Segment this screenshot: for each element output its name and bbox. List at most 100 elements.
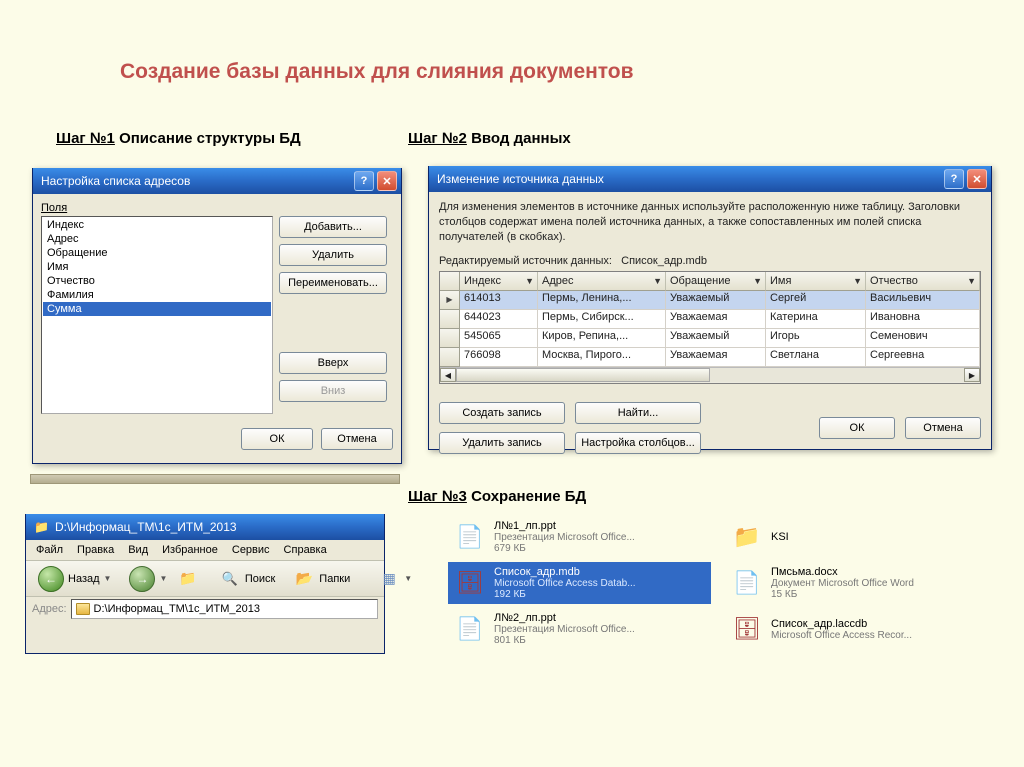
table-cell[interactable]: Светлана xyxy=(766,348,866,367)
forward-button[interactable]: → ▼ xyxy=(123,562,173,596)
table-cell[interactable]: Васильевич xyxy=(866,291,980,310)
table-cell[interactable]: 766098 xyxy=(460,348,538,367)
explorer-menubar[interactable]: ФайлПравкаВидИзбранноеСервисСправка xyxy=(26,540,384,561)
create-record-button[interactable]: Создать запись xyxy=(439,402,565,424)
folder-icon: 📁 xyxy=(34,520,49,534)
list-item[interactable]: Адрес xyxy=(43,232,271,246)
file-item[interactable]: 📄Пмсьма.docxДокумент Microsoft Office Wo… xyxy=(725,562,988,604)
row-handle[interactable] xyxy=(440,348,460,367)
address-input[interactable]: D:\Информац_ТМ\1с_ИТМ_2013 xyxy=(71,599,378,619)
cancel-button[interactable]: Отмена xyxy=(321,428,393,450)
table-row[interactable]: 545065Киров, Репина,...УважаемыйИгорьСем… xyxy=(440,329,980,348)
up-folder-icon[interactable]: 📁 xyxy=(179,568,196,590)
explorer-titlebar[interactable]: 📁 D:\Информац_ТМ\1с_ИТМ_2013 xyxy=(26,514,384,540)
columns-setup-button[interactable]: Настройка столбцов... xyxy=(575,432,701,454)
folders-button[interactable]: 📂 Папки xyxy=(287,564,356,594)
views-button[interactable]: ▦ ▼ xyxy=(372,564,418,594)
close-icon[interactable]: ✕ xyxy=(377,171,397,191)
dialog1-titlebar[interactable]: Настройка списка адресов ? ✕ xyxy=(33,168,401,194)
cancel-button[interactable]: Отмена xyxy=(905,417,981,439)
table-cell[interactable]: Москва, Пирого... xyxy=(538,348,666,367)
table-cell[interactable]: Пермь, Ленина,... xyxy=(538,291,666,310)
chevron-down-icon[interactable]: ▼ xyxy=(753,276,762,286)
file-name: Л№1_лп.ppt xyxy=(494,520,635,532)
chevron-down-icon[interactable]: ▼ xyxy=(967,276,976,286)
chevron-down-icon[interactable]: ▼ xyxy=(525,276,534,286)
row-handle[interactable] xyxy=(440,329,460,348)
table-cell[interactable]: Сергей xyxy=(766,291,866,310)
close-icon[interactable]: ✕ xyxy=(967,169,987,189)
back-button[interactable]: ← Назад ▼ xyxy=(32,562,117,596)
step3-heading: Шаг №3 Сохранение БД xyxy=(408,488,586,505)
fields-listbox[interactable]: ИндексАдресОбращениеИмяОтчествоФамилияСу… xyxy=(41,216,273,414)
ok-button[interactable]: ОК xyxy=(241,428,313,450)
column-header[interactable]: Индекс▼ xyxy=(460,272,538,291)
table-cell[interactable]: Ивановна xyxy=(866,310,980,329)
data-grid[interactable]: Индекс▼Адрес▼Обращение▼Имя▼Отчество▼ 614… xyxy=(439,271,981,384)
find-button[interactable]: Найти... xyxy=(575,402,701,424)
table-cell[interactable]: 614013 xyxy=(460,291,538,310)
chevron-down-icon[interactable]: ▼ xyxy=(653,276,662,286)
file-item[interactable]: 📄Л№1_лп.pptПрезентация Microsoft Office.… xyxy=(448,516,711,558)
column-header[interactable]: Адрес▼ xyxy=(538,272,666,291)
horizontal-scrollbar[interactable]: ◀ ▶ xyxy=(440,367,980,383)
table-cell[interactable]: Уважаемый xyxy=(666,291,766,310)
table-cell[interactable]: Семенович xyxy=(866,329,980,348)
list-item[interactable]: Сумма xyxy=(43,302,271,316)
column-header[interactable]: Обращение▼ xyxy=(666,272,766,291)
file-item[interactable]: 📄Л№2_лп.pptПрезентация Microsoft Office.… xyxy=(448,608,711,650)
dialog2-titlebar[interactable]: Изменение источника данных ? ✕ xyxy=(429,166,991,192)
file-item[interactable]: 🗄Список_адр.mdbMicrosoft Office Access D… xyxy=(448,562,711,604)
table-row[interactable]: 766098Москва, Пирого...УважаемаяСветлана… xyxy=(440,348,980,367)
table-cell[interactable]: Киров, Репина,... xyxy=(538,329,666,348)
help-icon[interactable]: ? xyxy=(944,169,964,189)
table-cell[interactable]: Игорь xyxy=(766,329,866,348)
chevron-down-icon[interactable]: ▼ xyxy=(159,574,167,583)
edit-source-label: Редактируемый источник данных: Список_ад… xyxy=(439,255,981,267)
file-item[interactable]: 📁KSI xyxy=(725,516,988,558)
scroll-left-icon[interactable]: ◀ xyxy=(440,368,456,382)
list-item[interactable]: Отчество xyxy=(43,274,271,288)
search-button[interactable]: 🔍 Поиск xyxy=(213,564,281,594)
rename-button[interactable]: Переименовать... xyxy=(279,272,387,294)
chevron-down-icon[interactable]: ▼ xyxy=(104,574,112,583)
menu-item[interactable]: Справка xyxy=(278,542,333,558)
table-cell[interactable]: Катерина xyxy=(766,310,866,329)
scroll-right-icon[interactable]: ▶ xyxy=(964,368,980,382)
list-item[interactable]: Индекс xyxy=(43,218,271,232)
table-cell[interactable]: Пермь, Сибирск... xyxy=(538,310,666,329)
menu-item[interactable]: Избранное xyxy=(156,542,224,558)
row-handle[interactable] xyxy=(440,291,460,310)
table-cell[interactable]: Сергеевна xyxy=(866,348,980,367)
chevron-down-icon[interactable]: ▼ xyxy=(404,574,412,583)
step1-heading: Шаг №1 Описание структуры БД xyxy=(56,130,301,147)
table-cell[interactable]: 545065 xyxy=(460,329,538,348)
step2-desc: Ввод данных xyxy=(471,130,571,147)
move-down-button[interactable]: Вниз xyxy=(279,380,387,402)
table-cell[interactable]: Уважаемый xyxy=(666,329,766,348)
menu-item[interactable]: Правка xyxy=(71,542,120,558)
table-row[interactable]: 614013Пермь, Ленина,...УважаемыйСергейВа… xyxy=(440,291,980,310)
file-item[interactable]: 🗄Список_адр.laccdbMicrosoft Office Acces… xyxy=(725,608,988,650)
menu-item[interactable]: Вид xyxy=(122,542,154,558)
help-icon[interactable]: ? xyxy=(354,171,374,191)
add-button[interactable]: Добавить... xyxy=(279,216,387,238)
list-item[interactable]: Имя xyxy=(43,260,271,274)
column-header[interactable]: Имя▼ xyxy=(766,272,866,291)
menu-item[interactable]: Файл xyxy=(30,542,69,558)
delete-button[interactable]: Удалить xyxy=(279,244,387,266)
file-size: 192 КБ xyxy=(494,589,636,600)
table-row[interactable]: 644023Пермь, Сибирск...УважаемаяКатерина… xyxy=(440,310,980,329)
chevron-down-icon[interactable]: ▼ xyxy=(853,276,862,286)
delete-record-button[interactable]: Удалить запись xyxy=(439,432,565,454)
menu-item[interactable]: Сервис xyxy=(226,542,276,558)
list-item[interactable]: Обращение xyxy=(43,246,271,260)
table-cell[interactable]: 644023 xyxy=(460,310,538,329)
table-cell[interactable]: Уважаемая xyxy=(666,348,766,367)
ok-button[interactable]: ОК xyxy=(819,417,895,439)
table-cell[interactable]: Уважаемая xyxy=(666,310,766,329)
row-handle[interactable] xyxy=(440,310,460,329)
column-header[interactable]: Отчество▼ xyxy=(866,272,980,291)
move-up-button[interactable]: Вверх xyxy=(279,352,387,374)
list-item[interactable]: Фамилия xyxy=(43,288,271,302)
